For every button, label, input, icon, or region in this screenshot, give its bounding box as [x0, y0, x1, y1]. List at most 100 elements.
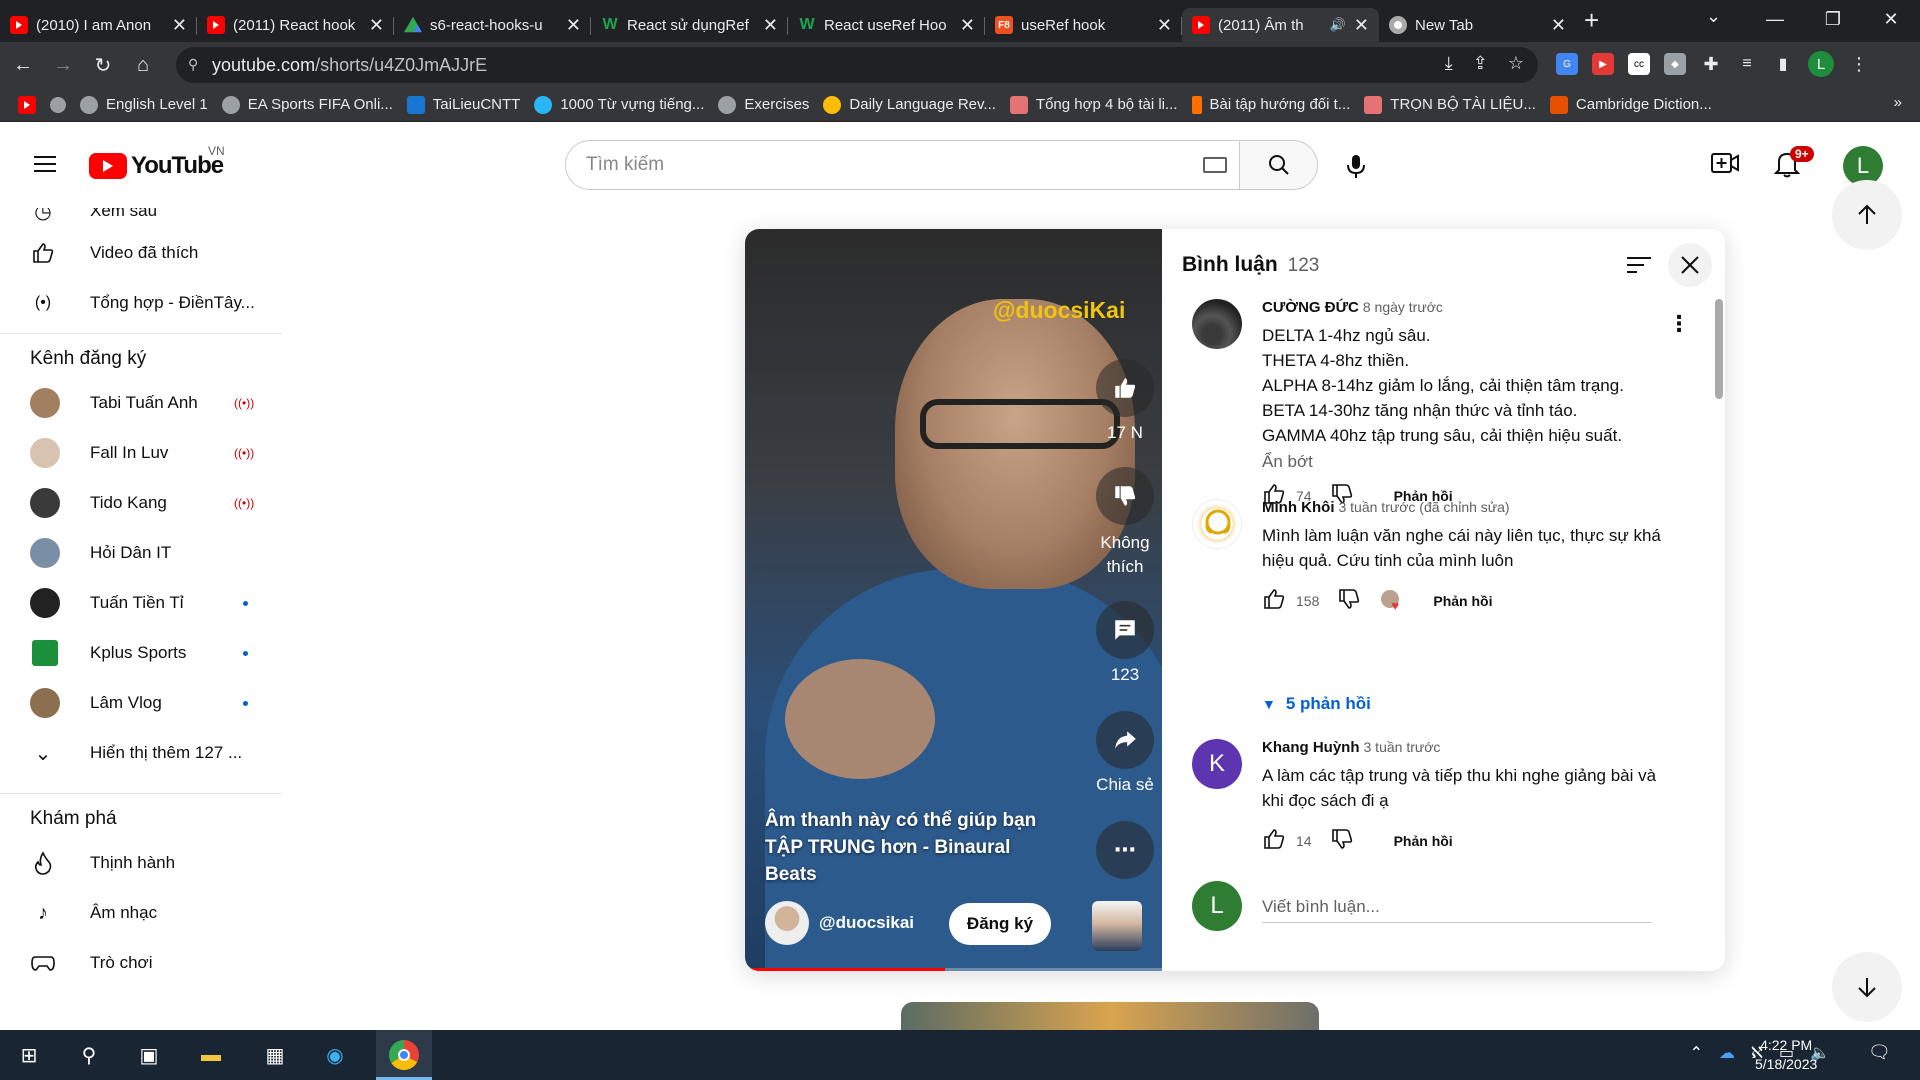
sidebar-item-subscription[interactable]: Tuấn Tiền Tỉ: [0, 578, 282, 628]
sidebar-item-subscription[interactable]: Tido Kang ((•)): [0, 478, 282, 528]
search-icon[interactable]: ⚲: [74, 1040, 104, 1070]
voice-search-button[interactable]: [1336, 146, 1376, 186]
close-icon[interactable]: ✕: [172, 15, 187, 36]
channel-avatar[interactable]: [765, 901, 809, 945]
onedrive-icon[interactable]: ☁: [1719, 1043, 1735, 1063]
short-title[interactable]: Âm thanh này có thể giúp bạn TẬP TRUNG h…: [765, 807, 1065, 888]
chevron-up-icon[interactable]: ⌃: [1690, 1043, 1703, 1063]
windows-start-icon[interactable]: ⊞: [14, 1040, 44, 1070]
close-icon[interactable]: ✕: [1157, 15, 1172, 36]
close-comments-button[interactable]: [1668, 243, 1712, 287]
comment-time[interactable]: 3 tuần trước: [1364, 739, 1441, 755]
close-icon[interactable]: ✕: [763, 15, 778, 36]
youtube-logo[interactable]: YouTube: [89, 152, 224, 180]
reload-icon[interactable]: ↻: [86, 48, 120, 82]
keyboard-icon[interactable]: [1203, 157, 1227, 173]
side-panel-icon[interactable]: ▮: [1772, 53, 1794, 75]
bookmark-item[interactable]: Cambridge Diction...: [1549, 95, 1712, 114]
bookmark-item[interactable]: 1000 Từ vựng tiếng...: [534, 95, 704, 114]
sidebar-item-subscription[interactable]: Fall In Luv ((•)): [0, 428, 282, 478]
minimize-button[interactable]: —: [1746, 0, 1804, 38]
comments-button[interactable]: 123: [1085, 601, 1162, 685]
search-button[interactable]: [1240, 140, 1318, 190]
profile-avatar[interactable]: L: [1808, 51, 1834, 77]
sidebar-item-liked-videos[interactable]: Video đã thích: [0, 228, 282, 278]
sidebar-item-subscription[interactable]: Lâm Vlog: [0, 678, 282, 728]
menu-icon[interactable]: [34, 156, 56, 172]
reply-button[interactable]: Phản hồi: [1394, 833, 1453, 849]
short-video[interactable]: @duocsiKai 17 N Không thích 123 Chia sẻ …: [745, 229, 1162, 971]
browser-tab[interactable]: F8 useRef hook ✕: [985, 8, 1182, 42]
sidebar-item-subscription[interactable]: Tabi Tuấn Anh ((•)): [0, 378, 282, 428]
channel-name[interactable]: @duocsikai: [819, 913, 914, 933]
home-icon[interactable]: ⌂: [126, 48, 160, 82]
like-button[interactable]: 17 N: [1085, 359, 1162, 443]
task-view-icon[interactable]: ▣: [134, 1040, 164, 1070]
bookmark-star-icon[interactable]: ☆: [1508, 53, 1524, 74]
more-bookmarks-icon[interactable]: »: [1894, 94, 1902, 111]
browser-tab[interactable]: (2010) I am Anon ✕: [0, 8, 197, 42]
next-short-preview[interactable]: [901, 1002, 1319, 1030]
browser-tab[interactable]: (2011) React hook ✕: [197, 8, 394, 42]
restore-button[interactable]: ❐: [1804, 0, 1862, 38]
back-icon[interactable]: ←: [6, 48, 40, 82]
share-icon[interactable]: ⇪: [1473, 53, 1488, 74]
close-window-button[interactable]: ✕: [1862, 0, 1920, 38]
bookmark-item[interactable]: Tổng hợp 4 bộ tài li...: [1009, 95, 1178, 114]
previous-short-button[interactable]: [1832, 180, 1902, 250]
comments-scrollbar[interactable]: [1715, 299, 1723, 399]
menu-kebab-icon[interactable]: ⋮: [1848, 53, 1870, 75]
view-replies-button[interactable]: ▼ 5 phản hồi: [1262, 694, 1371, 714]
new-tab-button[interactable]: +: [1584, 5, 1599, 36]
tab-search-icon[interactable]: ⌄: [1706, 6, 1721, 27]
close-icon[interactable]: ✕: [1354, 15, 1369, 36]
more-actions-button[interactable]: ⋯: [1085, 821, 1162, 885]
sidebar-item-playlist[interactable]: (•) Tổng hợp - ĐiềnTây...: [0, 278, 282, 328]
browser-tab[interactable]: W React sử dụngRef ✕: [591, 8, 788, 42]
chrome-icon[interactable]: [389, 1040, 419, 1070]
browser-tab[interactable]: W React useRef Hoo ✕: [788, 8, 985, 42]
sidebar-show-more[interactable]: ⌄ Hiển thị thêm 127 ...: [0, 728, 282, 778]
bookmark-item[interactable]: English Level 1: [80, 95, 208, 114]
bookmark-item[interactable]: TRỌN BỘ TÀI LIỆU...: [1364, 95, 1536, 114]
microsoft-store-icon[interactable]: ▦: [260, 1040, 290, 1070]
site-info-icon[interactable]: ⚲: [188, 56, 198, 73]
chrome-icon[interactable]: [50, 96, 66, 113]
like-comment-button[interactable]: [1262, 827, 1286, 854]
avatar[interactable]: [1192, 299, 1242, 349]
bookmark-item[interactable]: EA Sports FIFA Onli...: [221, 95, 393, 114]
comment-time[interactable]: 3 tuần trước (đã chỉnh sửa): [1338, 499, 1509, 515]
extension-icon[interactable]: ◆: [1664, 53, 1686, 75]
search-input[interactable]: Tìm kiếm: [565, 140, 1240, 190]
comment-author[interactable]: Khang Huỳnh: [1262, 739, 1360, 756]
bookmark-item[interactable]: Bài tập hướng đối t...: [1191, 95, 1350, 114]
browser-tab-active[interactable]: (2011) Âm th 🔊 ✕: [1182, 8, 1379, 42]
avatar[interactable]: K: [1192, 739, 1242, 789]
puzzle-icon[interactable]: ✚: [1700, 53, 1722, 75]
close-icon[interactable]: ✕: [566, 15, 581, 36]
next-short-button[interactable]: [1832, 952, 1902, 1022]
comment-time[interactable]: 8 ngày trước: [1363, 299, 1443, 315]
avatar[interactable]: [1192, 499, 1242, 549]
sound-thumbnail[interactable]: [1092, 901, 1142, 951]
sidebar-item-trending[interactable]: Thịnh hành: [0, 838, 282, 888]
speaker-icon[interactable]: 🔊: [1330, 17, 1346, 33]
show-less-link[interactable]: Ẩn bớt: [1262, 452, 1682, 472]
close-icon[interactable]: ✕: [369, 15, 384, 36]
bookmark-item[interactable]: Daily Language Rev...: [823, 95, 996, 114]
url-input[interactable]: ⚲ youtube.com/shorts/u4Z0JmAJJrE ⤓ ⇪ ☆: [176, 47, 1538, 83]
comment-input[interactable]: Viết bình luận...: [1262, 891, 1652, 923]
subscribe-button[interactable]: Đăng ký: [949, 903, 1051, 945]
browser-tab[interactable]: New Tab ✕: [1379, 8, 1576, 42]
video-extension-icon[interactable]: ▶: [1592, 53, 1614, 75]
sidebar-item-subscription[interactable]: Kplus Sports: [0, 628, 282, 678]
edge-icon[interactable]: ◉: [320, 1040, 350, 1070]
system-clock[interactable]: 4:22 PM 5/18/2023: [1755, 1036, 1817, 1074]
bookmark-item[interactable]: Exercises: [718, 95, 809, 114]
sidebar-item-subscription[interactable]: Hỏi Dân IT: [0, 528, 282, 578]
close-icon[interactable]: ✕: [960, 15, 975, 36]
translate-extension-icon[interactable]: G: [1556, 53, 1578, 75]
like-comment-button[interactable]: [1262, 587, 1286, 614]
youtube-icon[interactable]: [18, 95, 36, 114]
reply-button[interactable]: Phản hồi: [1433, 593, 1492, 609]
